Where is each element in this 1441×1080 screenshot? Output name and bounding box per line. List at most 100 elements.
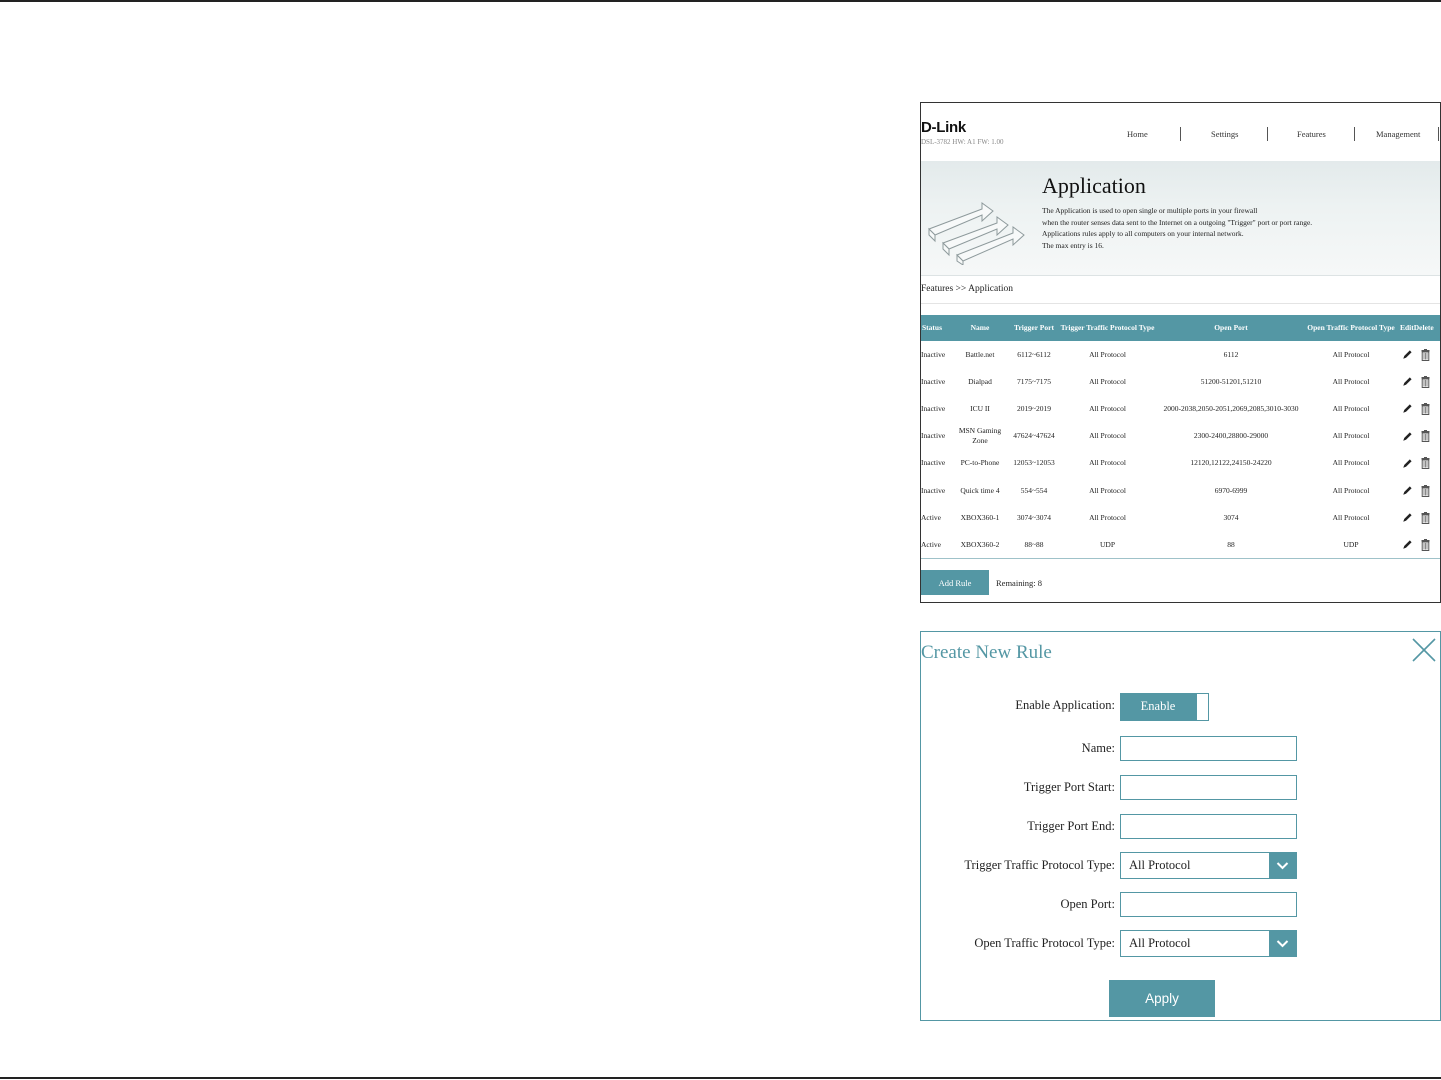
header-trigger-protocol: Trigger Traffic Protocol Type <box>1059 315 1156 341</box>
edit-button[interactable] <box>1402 539 1413 550</box>
open-protocol-label: Open Traffic Protocol Type: <box>974 936 1115 950</box>
row-status: Inactive <box>921 376 946 386</box>
apply-button[interactable]: Apply <box>1109 980 1215 1017</box>
pencil-icon <box>1403 350 1412 359</box>
row-name: PC-to-Phone <box>960 458 1000 468</box>
delete-button[interactable] <box>1421 402 1430 415</box>
name-input[interactable] <box>1120 736 1297 761</box>
enable-application-toggle[interactable]: Enable <box>1120 693 1209 721</box>
delete-button[interactable] <box>1421 538 1430 551</box>
row-open-protocol: All Protocol <box>1332 458 1370 468</box>
trash-icon <box>1421 375 1430 388</box>
open-protocol-select[interactable]: All Protocol <box>1120 930 1297 957</box>
nav-features[interactable]: Features <box>1297 129 1326 139</box>
row-status: Inactive <box>921 431 946 441</box>
row-open-port: 6112 <box>1223 349 1239 359</box>
nav-management[interactable]: Management <box>1376 129 1420 139</box>
trigger-protocol-select[interactable]: All Protocol <box>1120 852 1297 879</box>
row-open-protocol: All Protocol <box>1332 403 1370 413</box>
delete-button[interactable] <box>1421 348 1430 361</box>
row-status: Inactive <box>921 485 946 495</box>
open-protocol-dropdown-button[interactable] <box>1269 931 1296 956</box>
row-status: Inactive <box>921 403 946 413</box>
trigger-port-end-label: Trigger Port End: <box>1027 819 1115 833</box>
delete-button[interactable] <box>1421 375 1430 388</box>
row-trigger-port: 12053~12053 <box>1013 458 1055 468</box>
trash-icon <box>1421 511 1430 524</box>
row-trigger-port: 2019~2019 <box>1016 403 1052 413</box>
row-trigger-protocol: All Protocol <box>1089 458 1126 468</box>
edit-button[interactable] <box>1402 431 1413 442</box>
row-trigger-port: 6112~6112 <box>1017 349 1051 359</box>
row-actions <box>1396 423 1440 450</box>
edit-button[interactable] <box>1402 458 1413 469</box>
row-open-protocol: All Protocol <box>1332 349 1370 359</box>
table-row: Active XBOX360-1 3074~3074 All Protocol 3074… <box>921 504 1440 531</box>
delete-button[interactable] <box>1421 511 1430 524</box>
row-open-protocol: All Protocol <box>1332 376 1370 386</box>
table-row: Inactive PC-to-Phone 12053~12053 All Protoc… <box>921 450 1440 477</box>
row-open-port: 2300-2400,28800-29000 <box>1193 431 1269 441</box>
edit-button[interactable] <box>1402 376 1413 387</box>
row-status: Active <box>921 512 941 522</box>
application-rules-table: Status Name Trigger Port Trigger Traffic… <box>921 315 1440 559</box>
trash-icon <box>1421 484 1430 497</box>
application-screenshot: D-Link DSL-3782 HW: A1 FW: 1.00 Home Set… <box>920 102 1441 603</box>
header-edit: Edit <box>1400 323 1414 332</box>
header-delete: Delete <box>1413 323 1434 332</box>
row-open-protocol: All Protocol <box>1332 512 1370 522</box>
row-trigger-protocol: All Protocol <box>1089 485 1126 495</box>
row-actions <box>1396 531 1440 558</box>
trigger-port-start-label: Trigger Port Start: <box>1023 780 1115 794</box>
dialog-title: Create New Rule <box>921 642 1052 663</box>
edit-button[interactable] <box>1402 349 1413 360</box>
row-status: Active <box>921 539 941 549</box>
trash-icon <box>1421 538 1430 551</box>
delete-button[interactable] <box>1421 430 1430 443</box>
trash-icon <box>1421 348 1430 361</box>
nav-separator <box>1438 127 1439 141</box>
row-actions <box>1396 477 1440 504</box>
header-bar: D-Link DSL-3782 HW: A1 FW: 1.00 Home Set… <box>921 103 1440 161</box>
row-actions <box>1396 450 1440 477</box>
trigger-port-start-input[interactable] <box>1120 775 1297 800</box>
row-open-port: 88 <box>1227 539 1235 549</box>
trigger-protocol-value: All Protocol <box>1129 858 1191 872</box>
edit-button[interactable] <box>1402 403 1413 414</box>
nav-home[interactable]: Home <box>1127 129 1148 139</box>
add-rule-button[interactable]: Add Rule <box>921 570 989 595</box>
header-status: Status <box>921 315 951 341</box>
open-protocol-value: All Protocol <box>1129 936 1191 950</box>
trigger-protocol-dropdown-button[interactable] <box>1269 853 1296 878</box>
row-open-port: 3074 <box>1223 512 1239 522</box>
edit-button[interactable] <box>1402 512 1413 523</box>
page-banner: Application The Application is used to o… <box>921 161 1440 276</box>
pencil-icon <box>1403 459 1412 468</box>
row-trigger-port: 554~554 <box>1020 485 1048 495</box>
trigger-protocol-label: Trigger Traffic Protocol Type: <box>964 858 1115 872</box>
open-port-label: Open Port: <box>1060 897 1115 911</box>
description-line: when the router senses data sent to the … <box>1042 217 1313 227</box>
description-line: Applications rules apply to all computer… <box>1042 229 1244 239</box>
name-label: Name: <box>1081 741 1115 755</box>
trigger-port-end-input[interactable] <box>1120 814 1297 839</box>
edit-button[interactable] <box>1402 485 1413 496</box>
nav-settings[interactable]: Settings <box>1211 129 1238 139</box>
row-trigger-protocol: UDP <box>1099 539 1115 549</box>
open-port-input[interactable] <box>1120 892 1297 917</box>
row-name: ICU II <box>970 403 990 413</box>
description-line: The Application is used to open single o… <box>1042 206 1258 215</box>
row-actions <box>1396 504 1440 531</box>
row-trigger-protocol: All Protocol <box>1089 431 1126 441</box>
header-edit-delete: EditDelete <box>1396 315 1440 341</box>
close-icon[interactable] <box>1410 636 1438 664</box>
pencil-icon <box>1403 513 1412 522</box>
row-trigger-protocol: All Protocol <box>1089 512 1126 522</box>
row-name: XBOX360-2 <box>960 539 1000 549</box>
dlink-logo: D-Link <box>921 119 966 136</box>
delete-button[interactable] <box>1421 457 1430 470</box>
row-status: Inactive <box>921 349 946 359</box>
row-actions <box>1396 368 1440 395</box>
delete-button[interactable] <box>1421 484 1430 497</box>
divider <box>921 303 1440 304</box>
